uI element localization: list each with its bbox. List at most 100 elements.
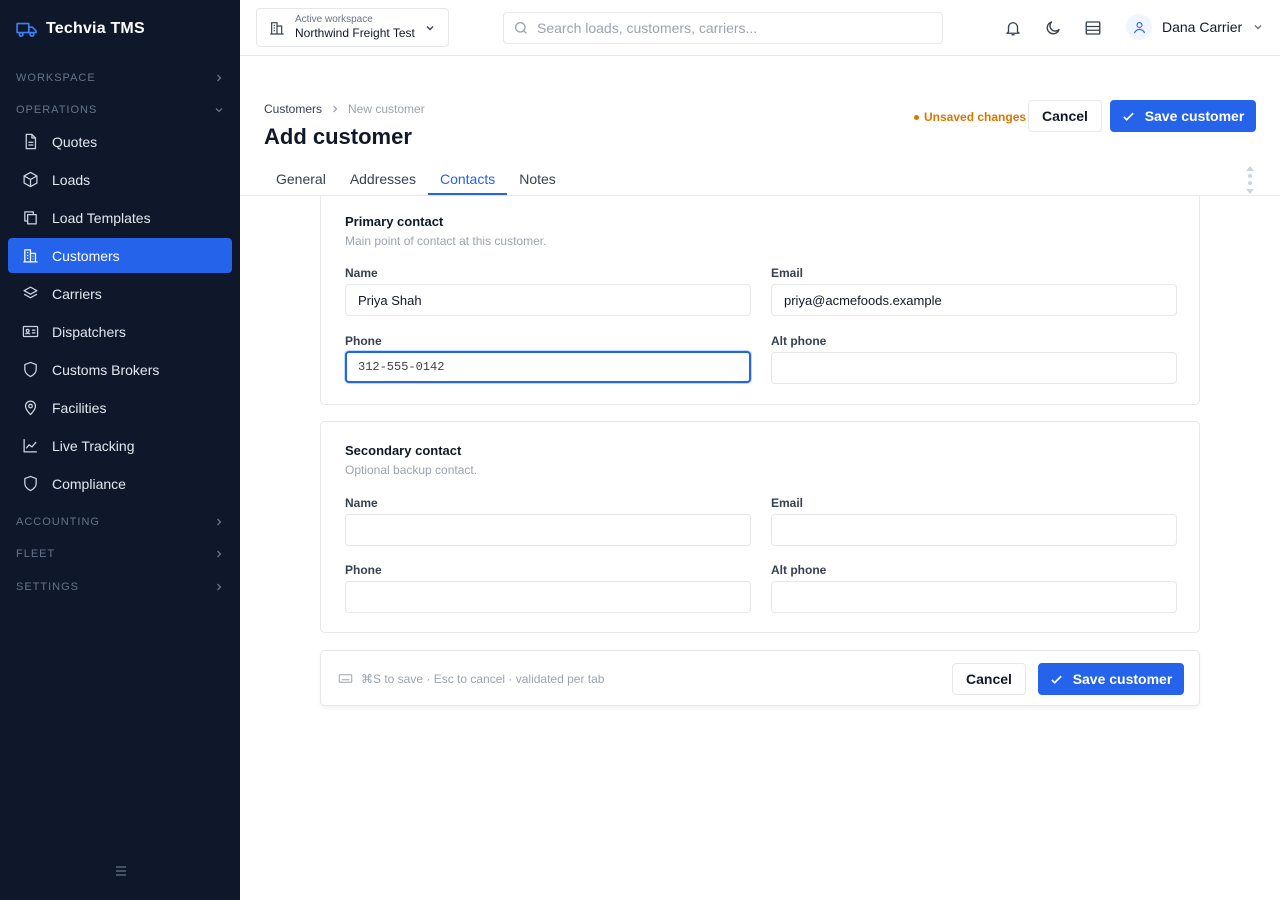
tab-addresses[interactable]: Addresses <box>338 164 428 195</box>
unsaved-dot <box>914 114 919 120</box>
chevron-down-icon <box>426 26 434 31</box>
primary-alt-phone-input[interactable] <box>771 352 1177 384</box>
footer-cancel-button[interactable]: Cancel <box>952 663 1026 695</box>
chevron-right-icon <box>217 518 222 526</box>
unsaved-indicator: Unsaved changes <box>914 110 1026 124</box>
user-menu[interactable]: Dana Carrier <box>1126 14 1264 40</box>
search-icon <box>515 22 527 34</box>
layers-icon <box>23 286 38 299</box>
sidebar-item-label: Dispatchers <box>52 323 126 340</box>
chart-line-icon <box>23 439 37 453</box>
page-title: Add customer <box>264 124 412 149</box>
breadcrumb: Customers New customer <box>264 102 425 116</box>
moon-icon[interactable] <box>1044 19 1062 37</box>
footer-save-customer-button[interactable]: Save customer <box>1038 663 1184 695</box>
workspace-caption: Active workspace <box>295 14 373 25</box>
sidebar-item-carriers[interactable]: Carriers <box>8 276 232 311</box>
workspace-switcher[interactable]: Active workspace Northwind Freight Test <box>256 8 449 47</box>
secondary-name-label: Name <box>345 496 378 510</box>
topbar: Active workspace Northwind Freight Test … <box>240 0 1280 56</box>
tab-general[interactable]: General <box>264 164 338 195</box>
id-card-icon <box>22 325 39 338</box>
sidebar-item-facilities[interactable]: Facilities <box>8 390 232 425</box>
secondary-alt-phone-label: Alt phone <box>771 563 827 577</box>
tab-bar: General Addresses Contacts Notes <box>264 164 568 195</box>
section-settings[interactable]: SETTINGS <box>16 581 224 593</box>
primary-phone-input[interactable] <box>345 351 751 383</box>
cancel-button[interactable]: Cancel <box>1028 100 1102 132</box>
sidebar-item-customers[interactable]: Customers <box>8 238 232 273</box>
secondary-name-input[interactable] <box>345 514 751 546</box>
chevron-down-icon <box>215 108 223 113</box>
section-operations[interactable]: OPERATIONS <box>16 104 224 116</box>
user-icon <box>1133 21 1145 33</box>
sidebar-item-label: Carriers <box>52 285 102 302</box>
section-settings-label: SETTINGS <box>16 581 80 593</box>
search-box[interactable] <box>503 12 943 44</box>
section-workspace-label: WORKSPACE <box>16 72 96 84</box>
brand[interactable]: Techvia TMS <box>16 20 145 38</box>
chevron-down-icon <box>1254 25 1262 30</box>
primary-contact-subtitle: Main point of contact at this customer. <box>345 234 547 248</box>
bell-icon[interactable] <box>1004 19 1022 37</box>
secondary-phone-input[interactable] <box>345 581 751 613</box>
breadcrumb-current: New customer <box>348 102 425 116</box>
truck-icon <box>16 22 37 38</box>
collapse-sidebar-icon[interactable] <box>114 864 128 878</box>
tab-contacts[interactable]: Contacts <box>427 164 508 195</box>
workspace-name: Northwind Freight Test <box>295 26 415 40</box>
sidebar-item-customs-brokers[interactable]: Customs Brokers <box>8 352 232 387</box>
sidebar-item-dispatchers[interactable]: Dispatchers <box>8 314 232 349</box>
sidebar-item-label: Load Templates <box>52 209 151 226</box>
primary-name-label: Name <box>345 266 378 280</box>
sidebar-item-label: Loads <box>52 171 91 188</box>
sidebar-item-loads[interactable]: Loads <box>8 162 232 197</box>
breadcrumb-customers[interactable]: Customers <box>264 102 322 116</box>
chevron-right-icon <box>217 550 222 558</box>
primary-name-input[interactable] <box>345 284 751 316</box>
form-action-bar: ⌘S to save · Esc to cancel · validated p… <box>320 650 1200 706</box>
check-icon <box>1050 675 1062 684</box>
shield-icon <box>24 475 37 492</box>
keyboard-icon <box>338 674 353 683</box>
secondary-alt-phone-input[interactable] <box>771 581 1177 613</box>
scroll-handle-icon[interactable] <box>1245 166 1255 194</box>
shield-icon <box>24 361 37 378</box>
primary-email-label: Email <box>771 266 804 280</box>
map-pin-icon <box>24 400 37 416</box>
secondary-contact-title: Secondary contact <box>345 443 462 458</box>
save-customer-button[interactable]: Save customer <box>1110 100 1256 132</box>
section-fleet[interactable]: FLEET <box>16 548 224 560</box>
save-customer-label: Save customer <box>1144 108 1245 124</box>
secondary-email-label: Email <box>771 496 804 510</box>
primary-contact-title: Primary contact <box>345 214 444 229</box>
avatar <box>1126 14 1152 40</box>
sidebar-item-quotes[interactable]: Quotes <box>8 124 232 159</box>
sidebar-item-label: Customs Brokers <box>52 361 160 378</box>
chevron-right-icon <box>333 105 338 113</box>
sidebar-item-live-tracking[interactable]: Live Tracking <box>8 428 232 463</box>
secondary-email-input[interactable] <box>771 514 1177 546</box>
secondary-phone-label: Phone <box>345 563 382 577</box>
sidebar-item-label: Live Tracking <box>52 437 135 454</box>
layout-icon[interactable] <box>1084 19 1102 37</box>
search-input[interactable] <box>537 20 917 36</box>
section-workspace[interactable]: WORKSPACE <box>16 72 224 84</box>
tab-notes[interactable]: Notes <box>507 164 568 195</box>
primary-email-input[interactable] <box>771 284 1177 316</box>
chevron-right-icon <box>217 74 222 82</box>
sidebar-item-compliance[interactable]: Compliance <box>8 466 232 501</box>
sidebar-item-label: Compliance <box>52 475 126 492</box>
keyboard-hint-text: ⌘S to save · Esc to cancel · validated p… <box>361 671 605 686</box>
section-accounting[interactable]: ACCOUNTING <box>16 516 224 528</box>
unsaved-label: Unsaved changes <box>924 110 1027 124</box>
sidebar-item-label: Facilities <box>52 399 107 416</box>
building-icon <box>270 21 284 35</box>
sidebar-item-load-templates[interactable]: Load Templates <box>8 200 232 235</box>
sidebar-item-label: Quotes <box>52 133 98 150</box>
check-icon <box>1122 112 1134 121</box>
building-icon <box>23 249 38 263</box>
footer-save-customer-label: Save customer <box>1072 671 1173 687</box>
user-name: Dana Carrier <box>1162 19 1243 35</box>
document-icon <box>25 133 37 150</box>
